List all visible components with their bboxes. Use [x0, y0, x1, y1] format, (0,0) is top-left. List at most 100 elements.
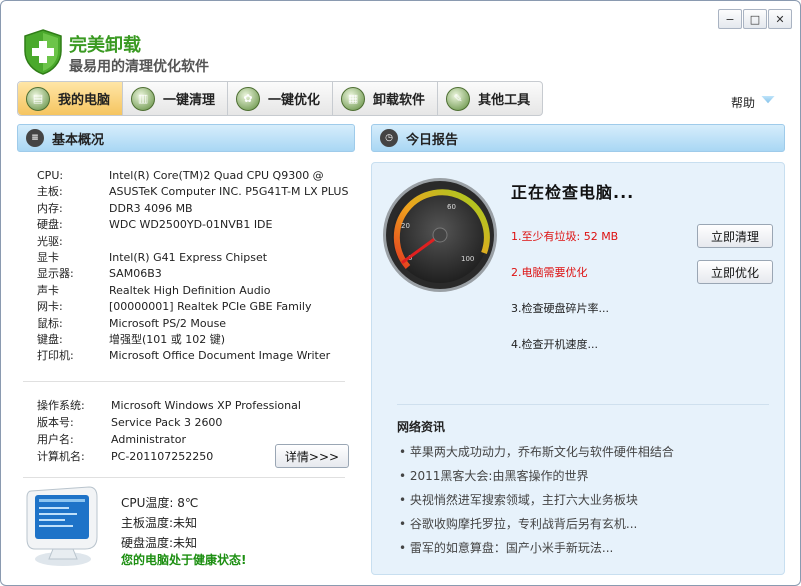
report-header: ◷ 今日报告: [371, 124, 785, 152]
report-item-fragment: 3.检查硬盘碎片率...: [511, 302, 609, 315]
info-row: 声卡 Realtek High Definition Audio: [37, 283, 348, 299]
info-label: 硬盘:: [37, 218, 63, 232]
report-item-boot-speed: 4.检查开机速度...: [511, 338, 598, 351]
info-row: 显卡 Intel(R) G41 Express Chipset: [37, 250, 348, 266]
divider: [397, 404, 769, 405]
minimize-button[interactable]: −: [718, 9, 742, 29]
info-label: 主板:: [37, 185, 63, 199]
main-nav: ▤ 我的电脑 ▥ 一键清理 ✿ 一键优化 ▦ 卸载软件 ✎ 其他工具: [17, 81, 544, 116]
news-link[interactable]: • 央视悄然进军搜索领域，主打六大业务板块: [399, 488, 674, 512]
optimize-icon: ✿: [236, 86, 261, 111]
news-link[interactable]: • 雷军的如意算盘：国产小米手新玩法...: [399, 536, 674, 560]
overview-header: ≡ 基本概况: [17, 124, 355, 152]
clock-icon: ◷: [380, 129, 398, 147]
info-row: 版本号: Service Pack 3 2600: [37, 414, 301, 431]
list-icon: ≡: [26, 129, 44, 147]
info-row: 硬盘: WDC WD2500YD-01NVB1 IDE: [37, 217, 348, 233]
help-link[interactable]: 帮助: [731, 94, 776, 111]
info-value: WDC WD2500YD-01NVB1 IDE: [109, 218, 273, 232]
tools-icon: ✎: [446, 86, 471, 111]
cpu-temperature: CPU温度: 8℃: [121, 496, 199, 510]
info-value: PC-201107252250: [111, 450, 214, 463]
report-item-junk: 1.至少有垃圾: 52 MB: [511, 230, 619, 243]
info-label: CPU:: [37, 169, 64, 182]
hardware-info: CPU: Intel(R) Core(TM)2 Quad CPU Q9300 @ …: [37, 168, 348, 365]
info-row: 网卡: [00000001] Realtek PCIe GBE Family: [37, 299, 348, 315]
info-row: 内存: DDR3 4096 MB: [37, 201, 348, 217]
tab-clean[interactable]: ▥ 一键清理: [123, 82, 229, 115]
info-value: [00000001] Realtek PCIe GBE Family: [109, 300, 312, 314]
info-row: 操作系统: Microsoft Windows XP Professional: [37, 397, 301, 414]
news-title: 网络资讯: [397, 420, 446, 434]
info-value: Intel(R) Core(TM)2 Quad CPU Q9300 @: [109, 169, 324, 182]
info-value: Administrator: [111, 433, 186, 446]
news-link[interactable]: • 谷歌收购摩托罗拉，专利战背后另有玄机...: [399, 512, 674, 536]
news-link[interactable]: • 苹果两大成功动力，乔布斯文化与软件硬件相结合: [399, 440, 674, 464]
gauge-label-20: 20: [401, 222, 410, 230]
tab-label: 其他工具: [478, 93, 531, 108]
info-value: Microsoft PS/2 Mouse: [109, 316, 227, 330]
app-title: 完美卸载: [69, 35, 141, 56]
info-label: 键盘:: [37, 332, 63, 346]
info-row: 显示器: SAM06B3: [37, 266, 348, 282]
computer-icon: ▤: [26, 86, 50, 111]
gauge-label-60: 60: [447, 203, 456, 211]
info-label: 光驱:: [37, 234, 63, 248]
close-button[interactable]: ✕: [768, 9, 792, 29]
maximize-button[interactable]: □: [743, 9, 767, 29]
info-value: Realtek High Definition Audio: [109, 283, 271, 297]
disk-temperature: 硬盘温度:未知: [121, 536, 198, 550]
tab-uninstall[interactable]: ▦ 卸载软件: [333, 82, 439, 115]
optimize-now-button[interactable]: 立即优化: [697, 260, 773, 284]
news-link[interactable]: • 2011黑客大会:由黑客操作的世界: [399, 464, 674, 488]
info-value: Service Pack 3 2600: [111, 416, 223, 429]
tab-label: 一键优化: [268, 93, 321, 108]
tab-label: 卸载软件: [373, 93, 426, 108]
info-value: 增强型(101 或 102 键): [109, 332, 226, 346]
info-row: 键盘: 增强型(101 或 102 键): [37, 332, 348, 348]
info-label: 用户名:: [37, 433, 74, 446]
info-label: 打印机:: [37, 349, 74, 363]
tab-optimize[interactable]: ✿ 一键优化: [228, 82, 334, 115]
monitor-icon: [26, 486, 98, 566]
clean-now-button[interactable]: 立即清理: [697, 224, 773, 248]
info-label: 操作系统:: [37, 399, 85, 412]
speedometer-icon: 0 20 60 100: [383, 178, 497, 292]
temperature-info: CPU温度: 8℃ 主板温度:未知 硬盘温度:未知: [121, 493, 198, 553]
info-row: 主板: ASUSTeK Computer INC. P5G41T-M LX PLU…: [37, 184, 348, 200]
divider: [23, 381, 345, 382]
trash-icon: ▥: [131, 86, 156, 111]
info-row: 鼠标: Microsoft PS/2 Mouse: [37, 316, 348, 332]
gauge-label-100: 100: [461, 255, 474, 263]
chevron-down-icon: [761, 95, 776, 104]
tab-my-computer[interactable]: ▤ 我的电脑: [18, 82, 124, 115]
details-button[interactable]: 详情>>>: [275, 444, 349, 468]
report-title: 今日报告: [406, 132, 459, 148]
info-label: 计算机名:: [37, 450, 85, 463]
info-label: 网卡:: [37, 300, 63, 314]
info-value: Microsoft Office Document Image Writer: [109, 349, 331, 363]
info-row: 用户名: Administrator: [37, 431, 301, 448]
info-label: 版本号:: [37, 416, 74, 429]
help-label: 帮助: [731, 96, 756, 110]
info-value: ASUSTeK Computer INC. P5G41T-M LX PLUS: [109, 185, 349, 199]
info-label: 显示器:: [37, 267, 74, 281]
report-item-optimize: 2.电脑需要优化: [511, 266, 588, 279]
info-row: 计算机名: PC-201107252250: [37, 448, 301, 465]
tab-tools[interactable]: ✎ 其他工具: [438, 82, 542, 115]
shield-logo-icon: [24, 29, 62, 75]
health-status: 您的电脑处于健康状态!: [121, 553, 247, 567]
info-label: 内存:: [37, 201, 63, 215]
app-subtitle: 最易用的清理优化软件: [69, 59, 209, 75]
divider: [23, 477, 345, 478]
tab-label: 我的电脑: [58, 93, 111, 108]
info-value: Intel(R) G41 Express Chipset: [109, 250, 268, 264]
info-value: DDR3 4096 MB: [109, 201, 193, 215]
info-label: 声卡: [37, 283, 59, 297]
info-row: 光驱:: [37, 234, 348, 250]
system-info: 操作系统: Microsoft Windows XP Professional 版…: [37, 397, 301, 465]
board-temperature: 主板温度:未知: [121, 516, 198, 530]
app-window: 完美卸载 最易用的清理优化软件 − □ ✕ ▤ 我的电脑 ▥ 一键清理 ✿ 一键…: [0, 0, 801, 586]
info-value: Microsoft Windows XP Professional: [111, 399, 301, 412]
tab-label: 一键清理: [163, 93, 216, 108]
